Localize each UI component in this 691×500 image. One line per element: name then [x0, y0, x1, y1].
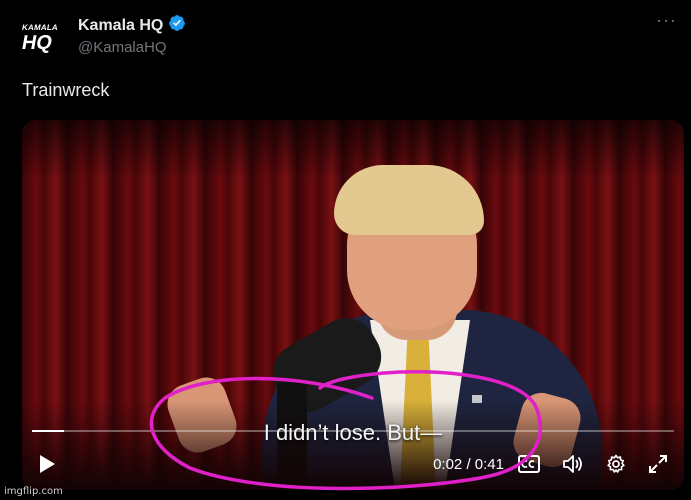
tweet-text: Trainwreck — [22, 80, 110, 100]
video-shade — [22, 120, 684, 180]
avatar-big-text: HQ — [20, 31, 54, 54]
watermark: imgflip.com — [4, 486, 63, 497]
play-icon[interactable] — [38, 454, 56, 474]
settings-icon[interactable] — [606, 454, 626, 474]
volume-icon[interactable] — [562, 454, 584, 474]
video-progress-fill — [32, 430, 65, 432]
author-display-name[interactable]: Kamala HQ — [78, 17, 163, 35]
captions-icon[interactable] — [518, 455, 540, 473]
fullscreen-icon[interactable] — [648, 454, 668, 474]
more-horizontal-icon[interactable]: ··· — [656, 10, 677, 31]
tweet: KAMALA HQ Kamala HQ @KamalaHQ ··· Trainw… — [0, 0, 691, 500]
avatar-small-text: KAMALA — [21, 22, 59, 32]
time-total: 0:41 — [474, 455, 504, 473]
author-name-row: Kamala HQ — [78, 14, 186, 37]
video-progress-bar[interactable] — [32, 430, 674, 432]
time-separator: / — [466, 455, 471, 473]
author-handle[interactable]: @KamalaHQ — [78, 39, 167, 56]
speaker-hair — [334, 165, 484, 235]
time-current: 0:02 — [433, 455, 463, 473]
video-player[interactable]: I didn’t lose. But— 0:02 / 0:41 — [22, 120, 684, 490]
avatar[interactable]: KAMALA HQ — [20, 18, 66, 58]
video-time: 0:02 / 0:41 — [433, 456, 504, 473]
verified-badge-icon — [168, 14, 186, 37]
video-controls: 0:02 / 0:41 — [22, 438, 684, 490]
